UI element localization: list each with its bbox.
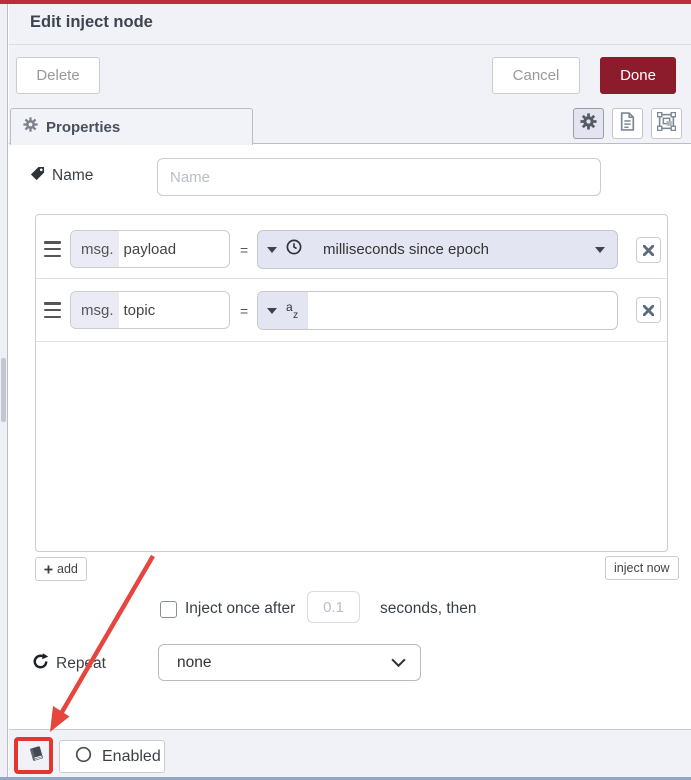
- repeat-select[interactable]: none: [158, 644, 421, 681]
- drag-handle[interactable]: [44, 241, 61, 257]
- page-scrollbar-track[interactable]: [0, 0, 8, 780]
- name-field-label: Name: [30, 166, 93, 186]
- appearance-tab-button[interactable]: [651, 108, 682, 139]
- chevron-down-icon: [267, 307, 277, 314]
- status-circle-icon: [75, 746, 92, 768]
- remove-row-button[interactable]: [636, 297, 661, 323]
- tab-properties[interactable]: Properties: [10, 108, 253, 145]
- name-input[interactable]: [157, 158, 601, 196]
- inject-once-seconds-input[interactable]: [307, 591, 360, 623]
- repeat-refresh-icon: [32, 653, 49, 675]
- x-icon: [643, 244, 654, 256]
- delete-button-label: Delete: [36, 67, 80, 84]
- chevron-down-icon[interactable]: [595, 246, 605, 253]
- msg-prefix: msg.: [71, 231, 119, 267]
- tab-properties-label: Properties: [46, 118, 121, 136]
- property-input-payload[interactable]: msg. payload: [70, 230, 230, 268]
- enabled-label: Enabled: [102, 747, 161, 765]
- add-property-button[interactable]: add: [35, 557, 87, 581]
- cancel-button[interactable]: Cancel: [492, 57, 580, 94]
- tabbar-line: [253, 143, 691, 144]
- inject-once-label: Inject once after: [185, 600, 296, 617]
- inject-now-label: inject now: [614, 561, 670, 575]
- repeat-label-text: Repeat: [56, 655, 106, 672]
- inject-once-suffix: seconds, then: [380, 600, 477, 617]
- drag-handle[interactable]: [44, 302, 61, 318]
- enabled-toggle-button[interactable]: Enabled: [59, 740, 165, 773]
- x-icon: [643, 304, 654, 316]
- header-divider: [9, 44, 691, 45]
- gear-icon: [580, 112, 597, 135]
- properties-tab-button[interactable]: [573, 108, 604, 139]
- annotation-highlight-rect: [14, 737, 53, 774]
- typed-input-value: milliseconds since epoch: [323, 241, 489, 258]
- scrollbar-thumb[interactable]: [1, 358, 6, 422]
- plus-icon: [44, 564, 53, 574]
- chevron-down-icon: [267, 246, 277, 253]
- remove-row-button[interactable]: [636, 237, 661, 263]
- document-icon: [619, 111, 636, 136]
- equals-sign: =: [240, 242, 249, 258]
- done-button-label: Done: [620, 67, 656, 84]
- msg-prefix: msg.: [71, 292, 119, 328]
- row-separator: [36, 341, 667, 342]
- equals-sign: =: [240, 303, 249, 319]
- name-label-text: Name: [52, 167, 94, 184]
- row-separator: [36, 278, 667, 279]
- type-select-button[interactable]: [258, 231, 311, 268]
- add-button-label: add: [57, 562, 78, 576]
- dialog-title: Edit inject node: [30, 13, 153, 31]
- property-name: payload: [123, 240, 177, 258]
- description-tab-button[interactable]: [612, 108, 643, 139]
- chevron-down-icon: [391, 658, 406, 667]
- typed-input-payload[interactable]: milliseconds since epoch: [257, 230, 618, 269]
- property-name: topic: [123, 301, 156, 319]
- top-accent-bar: [0, 0, 691, 4]
- timestamp-clock-icon: [286, 239, 302, 260]
- property-input-topic[interactable]: msg. topic: [70, 291, 230, 329]
- typed-input-topic[interactable]: a z: [257, 291, 618, 330]
- tag-icon: [30, 166, 45, 186]
- repeat-selected-option: none: [177, 653, 212, 671]
- type-select-button[interactable]: a z: [258, 292, 308, 329]
- done-button[interactable]: Done: [600, 57, 676, 94]
- repeat-label: Repeat: [32, 653, 106, 675]
- gear-icon: [23, 117, 38, 137]
- delete-button[interactable]: Delete: [16, 57, 100, 94]
- inject-now-button[interactable]: inject now: [605, 556, 679, 580]
- inject-once-checkbox[interactable]: [160, 601, 177, 618]
- edit-inject-node-dialog: Edit inject node Delete Cancel Done Prop…: [0, 0, 691, 780]
- appearance-icon: [656, 111, 677, 136]
- cancel-button-label: Cancel: [512, 67, 560, 84]
